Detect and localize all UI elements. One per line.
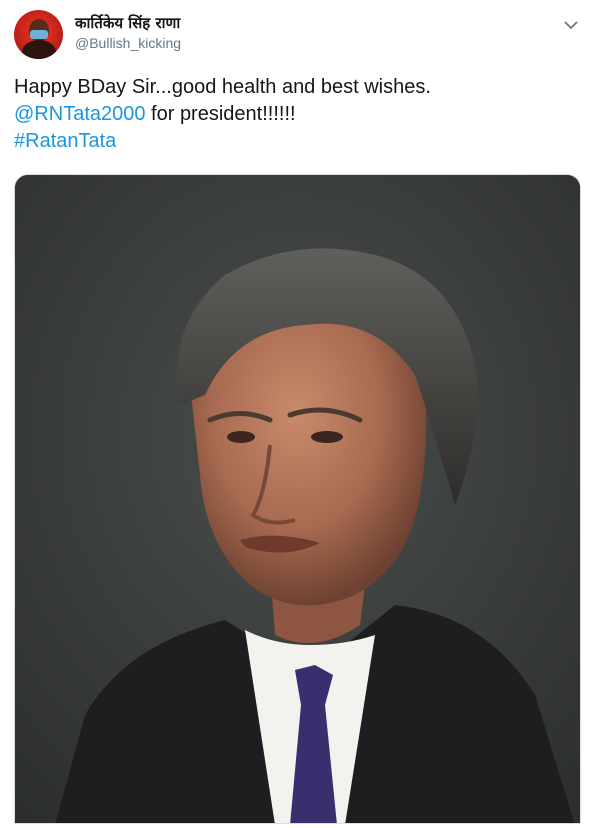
author-display-name[interactable]: कार्तिकेय सिंह राणा <box>75 13 180 33</box>
tweet-text: Happy BDay Sir...good health and best wi… <box>14 74 584 155</box>
avatar-mask <box>30 30 48 39</box>
avatar-body <box>22 40 56 59</box>
tweet-header: कार्तिकेय सिंह राणा @Bullish_kicking <box>14 10 582 60</box>
tweet-text-line2-rest: for president!!!!!! <box>145 103 296 125</box>
author-handle[interactable]: @Bullish_kicking <box>75 35 181 51</box>
avatar[interactable] <box>14 10 63 59</box>
tweet-text-line2: @RNTata2000 for president!!!!!! <box>14 101 584 128</box>
chevron-down-icon[interactable] <box>560 14 582 36</box>
hashtag-link[interactable]: #RatanTata <box>14 128 584 155</box>
mention-link[interactable]: @RNTata2000 <box>14 103 145 125</box>
tweet-card: कार्तिकेय सिंह राणा @Bullish_kicking Hap… <box>0 0 596 828</box>
tweet-text-line1: Happy BDay Sir...good health and best wi… <box>14 76 431 98</box>
tweet-photo[interactable] <box>14 174 581 824</box>
